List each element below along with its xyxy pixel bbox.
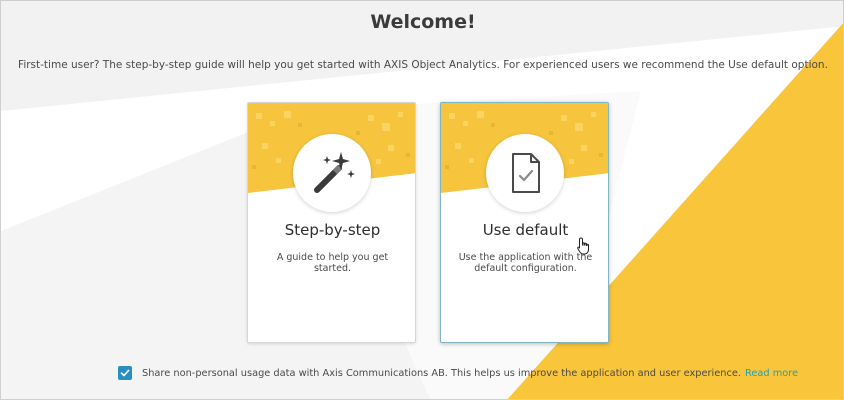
- welcome-dialog: Welcome! First-time user? The step-by-st…: [0, 0, 844, 400]
- step-by-step-card[interactable]: Step-by-step A guide to help you get sta…: [247, 102, 416, 343]
- consent-text: Share non-personal usage data with Axis …: [142, 367, 742, 379]
- card-description: Use the application with the default con…: [458, 252, 593, 274]
- document-check-icon: [512, 153, 540, 193]
- intro-text: First-time user? The step-by-step guide …: [18, 59, 828, 71]
- icon-circle: [293, 134, 371, 212]
- use-default-card[interactable]: Use default Use the application with the…: [440, 102, 609, 343]
- icon-circle: [486, 134, 564, 212]
- consent-checkbox[interactable]: [118, 366, 132, 380]
- read-more-link[interactable]: Read more: [745, 368, 798, 379]
- magic-wand-icon: [314, 152, 355, 193]
- page-title: Welcome!: [370, 11, 476, 33]
- card-title: Step-by-step: [284, 221, 381, 239]
- checkmark-icon: [120, 369, 130, 377]
- hand-cursor-icon: [577, 237, 589, 255]
- usage-data-consent: Share non-personal usage data with Axis …: [118, 365, 798, 381]
- card-description: A guide to help you get started.: [276, 252, 389, 274]
